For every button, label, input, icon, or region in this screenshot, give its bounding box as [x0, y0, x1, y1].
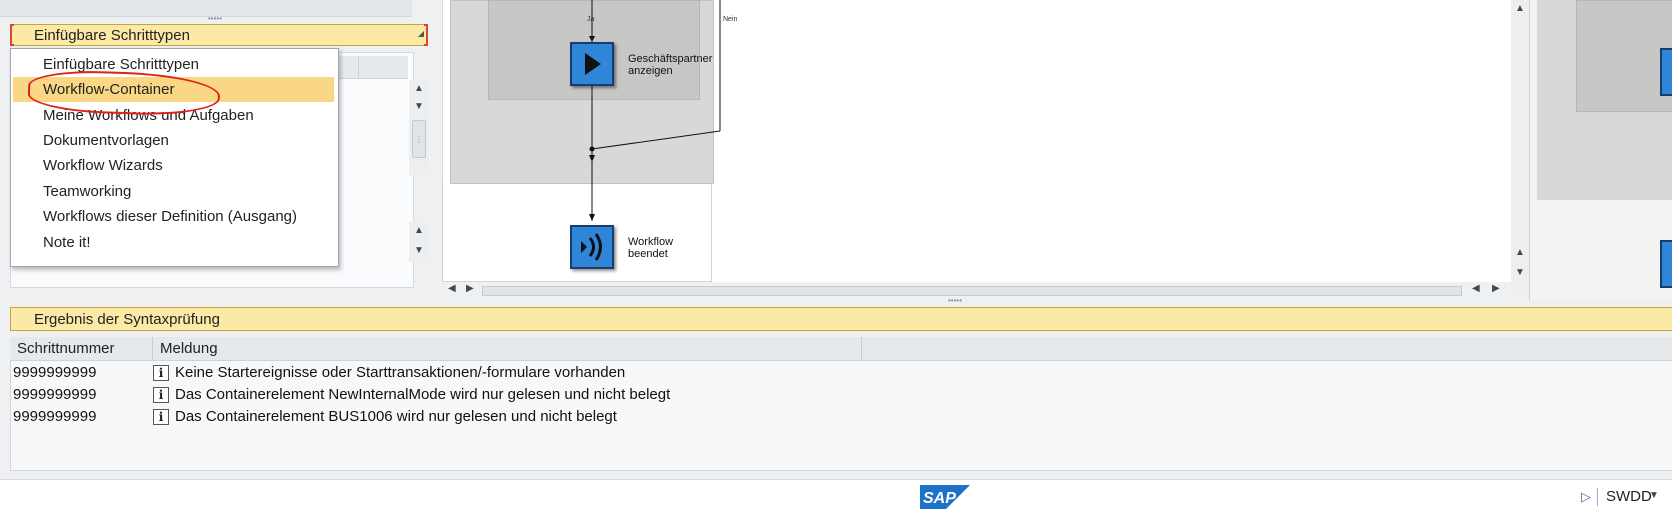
scroll-down-icon[interactable]: ▼	[1510, 264, 1530, 282]
column-header-message[interactable]: Meldung	[153, 337, 862, 360]
step-number: 9999999999	[13, 364, 97, 381]
status-expand-icon[interactable]: ▷	[1581, 489, 1591, 505]
dropdown-option-teamworking[interactable]: Teamworking	[13, 179, 334, 204]
transaction-code[interactable]: SWDD	[1606, 488, 1652, 505]
splitter-grip-icon[interactable]: •••••	[930, 297, 980, 305]
scroll-right-icon[interactable]: ▶	[1492, 283, 1500, 294]
message-text: Das Containerelement NewInternalMode wir…	[175, 386, 671, 403]
overview-step-icon	[1660, 240, 1672, 288]
info-icon: i	[153, 365, 169, 381]
tree-vertical-scrollbar[interactable]: ▲ ▼ ⋮	[409, 80, 429, 175]
step-number: 9999999999	[13, 386, 97, 403]
tree-lower-scrollbar[interactable]: ▲ ▼	[409, 222, 429, 262]
dropdown-option-note-it[interactable]: Note it!	[13, 230, 334, 255]
status-bar	[0, 479, 1672, 512]
scroll-up-icon[interactable]: ▲	[409, 80, 429, 98]
syntax-check-header: Ergebnis der Syntaxprüfung	[10, 307, 1672, 331]
column-header-step[interactable]: Schrittnummer	[10, 337, 153, 360]
step-types-dropdown[interactable]: Einfügbare Schritttypen ◢	[10, 24, 428, 46]
dropdown-option-dokumentvorlagen[interactable]: Dokumentvorlagen	[13, 128, 334, 153]
info-icon: i	[153, 409, 169, 425]
workflow-end-icon[interactable]	[570, 225, 614, 269]
node-label-workflow-ended: Workflow beendet	[628, 236, 674, 260]
scroll-right-icon[interactable]: ▶	[466, 283, 474, 294]
scroll-down-icon[interactable]: ▼	[409, 242, 429, 260]
chevron-down-icon[interactable]: ▼	[1649, 490, 1659, 501]
node-label-display-partner: Geschäftspartner anzeigen	[628, 53, 713, 77]
message-text: Keine Startereignisse oder Starttransakt…	[175, 364, 626, 381]
table-row[interactable]: 9999999999 i Keine Startereignisse oder …	[10, 362, 1672, 384]
branch-label-yes: Ja	[587, 16, 595, 23]
syntax-check-table-header: Schrittnummer Meldung	[10, 337, 1672, 361]
scroll-thumb[interactable]: ⋮	[412, 120, 426, 158]
dropdown-option-workflows-dieser-definition[interactable]: Workflows dieser Definition (Ausgang)	[13, 204, 334, 229]
scroll-up-icon[interactable]: ▲	[1510, 0, 1530, 18]
sap-logo: SAP	[920, 485, 970, 509]
scroll-left-icon[interactable]: ◀	[1472, 283, 1480, 294]
scroll-up-icon[interactable]: ▲	[1510, 244, 1530, 262]
step-number: 9999999999	[13, 408, 97, 425]
scroll-down-icon[interactable]: ▼	[409, 98, 429, 116]
dropdown-option-einfuegbare-schritttypen[interactable]: Einfügbare Schritttypen	[13, 52, 334, 77]
branch-label-no: Nein	[723, 16, 738, 23]
scroll-up-icon[interactable]: ▲	[409, 222, 429, 240]
status-separator	[1597, 488, 1598, 506]
table-row[interactable]: 9999999999 i Das Containerelement NewInt…	[10, 384, 1672, 406]
dropdown-selected-value: Einfügbare Schritttypen	[34, 27, 190, 44]
left-top-strip	[0, 0, 412, 17]
table-row[interactable]: 9999999999 i Das Containerelement BUS100…	[10, 406, 1672, 428]
scroll-left-icon[interactable]: ◀	[448, 283, 456, 294]
dropdown-option-workflow-container[interactable]: Workflow-Container	[13, 77, 334, 102]
canvas-vertical-scrollbar[interactable]: ▲ ▲ ▼	[1511, 0, 1529, 295]
scroll-track[interactable]	[482, 286, 1462, 296]
dropdown-list: Einfügbare Schritttypen Workflow-Contain…	[10, 48, 339, 267]
svg-text:SAP: SAP	[923, 490, 956, 507]
splitter-grip-icon[interactable]: •••••	[200, 15, 230, 23]
overview-inner-block	[1576, 0, 1672, 112]
play-step-icon[interactable]	[570, 42, 614, 86]
dropdown-option-workflow-wizards[interactable]: Workflow Wizards	[13, 153, 334, 178]
message-text: Das Containerelement BUS1006 wird nur ge…	[175, 408, 617, 425]
overview-step-icon	[1660, 48, 1672, 96]
overview-link-text	[1584, 0, 1672, 6]
info-icon: i	[153, 387, 169, 403]
dropdown-option-meine-workflows[interactable]: Meine Workflows und Aufgaben	[13, 103, 334, 128]
